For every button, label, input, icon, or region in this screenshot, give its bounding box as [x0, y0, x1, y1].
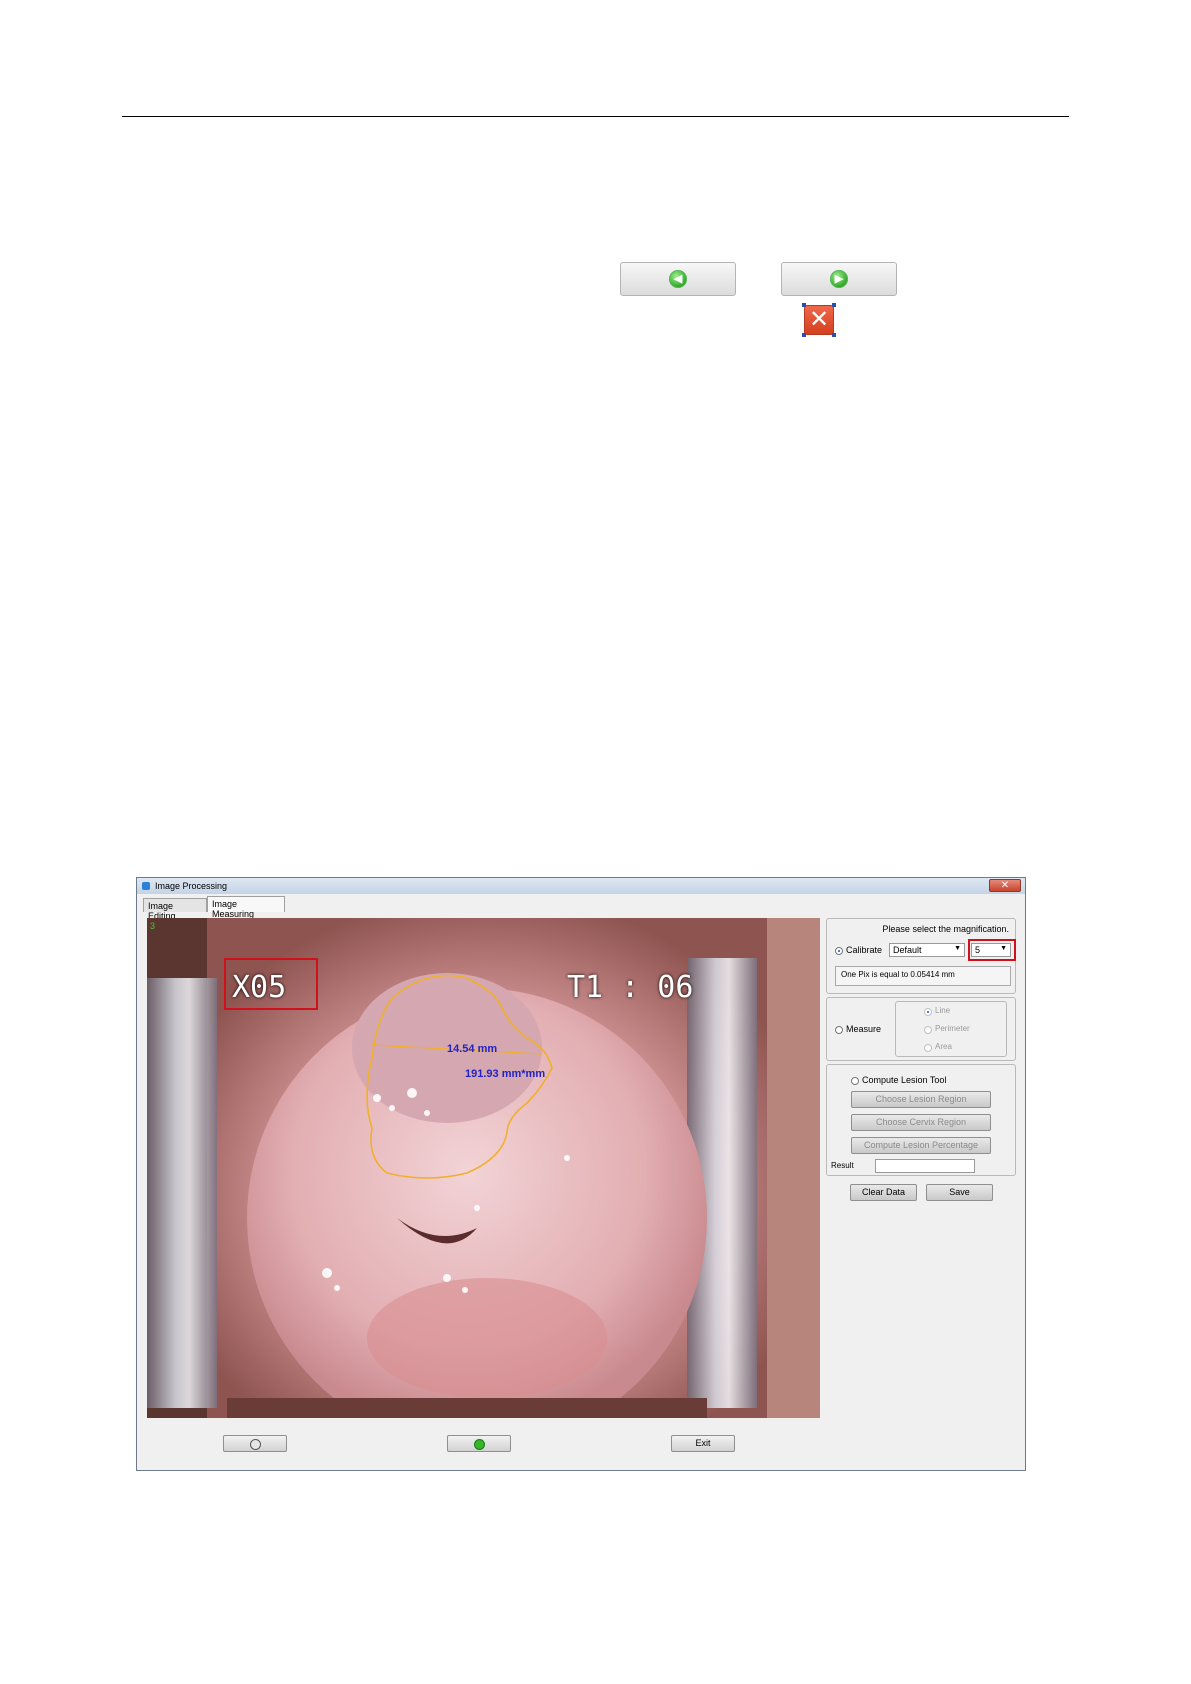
area-label: Area — [935, 1042, 952, 1051]
lesion-tool-label: Compute Lesion Tool — [862, 1075, 947, 1085]
line-measurement: 14.54 mm — [447, 1043, 498, 1055]
green-dot-icon — [474, 1438, 485, 1450]
area-radio[interactable] — [924, 1044, 932, 1052]
measure-label: Measure — [846, 1024, 882, 1034]
magnification-highlight — [224, 958, 318, 1010]
image-processing-window: Image Processing ✕ Image Editing Image M… — [136, 877, 1026, 1471]
app-icon — [142, 882, 150, 890]
colposcopy-image[interactable]: 3 X05 T1 : 06 14.54 mm 191.93 mm*mm — [147, 918, 820, 1418]
compute-percentage-button[interactable]: Compute Lesion Percentage — [851, 1137, 991, 1154]
close-icon[interactable]: ✕ — [802, 303, 836, 337]
exit-label: Exit — [695, 1438, 711, 1448]
measure-radio[interactable] — [835, 1026, 843, 1034]
lesion-tool-radio[interactable] — [851, 1077, 859, 1085]
header-rule — [122, 116, 1069, 117]
pixel-info-box: One Pix is equal to 0.05414 mm — [835, 966, 1011, 986]
preset-value: Default — [893, 945, 922, 955]
perimeter-label: Perimeter — [935, 1024, 970, 1033]
exit-button[interactable]: Exit — [671, 1435, 735, 1452]
line-radio[interactable] — [924, 1008, 932, 1016]
save-button[interactable]: Save — [926, 1184, 993, 1201]
measure-group: Measure Line Perimeter Area — [826, 997, 1016, 1061]
measure-options: Line Perimeter Area — [895, 1001, 1007, 1057]
area-measurement: 191.93 mm*mm — [465, 1068, 546, 1080]
forward-button[interactable]: ▶ — [781, 262, 897, 296]
frame-number: 3 — [150, 921, 156, 931]
dropdown-arrow-icon: ▼ — [954, 945, 961, 952]
next-image-button[interactable] — [447, 1435, 511, 1452]
result-label: Result — [831, 1161, 854, 1170]
arrow-right-icon: ▶ — [830, 270, 848, 288]
tab-image-measuring[interactable]: Image Measuring — [207, 896, 285, 919]
result-field[interactable] — [875, 1159, 975, 1173]
compute-percentage-label: Compute Lesion Percentage — [863, 1140, 979, 1150]
window-title: Image Processing — [155, 881, 228, 891]
magnification-select-highlight — [968, 939, 1016, 961]
calibrate-radio[interactable] — [835, 947, 843, 955]
perimeter-radio[interactable] — [924, 1026, 932, 1034]
calibrate-group: Please select the magnification. Calibra… — [826, 918, 1016, 994]
save-label: Save — [949, 1187, 970, 1197]
tab-label: Image Measuring — [212, 899, 255, 919]
circle-icon — [250, 1438, 261, 1450]
tab-image-editing[interactable]: Image Editing — [143, 898, 207, 921]
arrow-left-icon: ◀ — [669, 270, 687, 288]
choose-lesion-button[interactable]: Choose Lesion Region — [851, 1091, 991, 1108]
clear-data-label: Clear Data — [861, 1187, 906, 1197]
choose-lesion-label: Choose Lesion Region — [875, 1094, 967, 1104]
line-label: Line — [935, 1006, 951, 1015]
calibrate-label: Calibrate — [846, 945, 883, 955]
pixel-info: One Pix is equal to 0.05414 mm — [841, 970, 955, 979]
back-button[interactable]: ◀ — [620, 262, 736, 296]
window-close-button[interactable]: ✕ — [989, 879, 1021, 892]
choose-cervix-label: Choose Cervix Region — [875, 1117, 967, 1127]
preset-select[interactable]: Default ▼ — [889, 943, 965, 957]
window-titlebar: Image Processing ✕ — [137, 878, 1025, 894]
clear-data-button[interactable]: Clear Data — [850, 1184, 917, 1201]
choose-cervix-button[interactable]: Choose Cervix Region — [851, 1114, 991, 1131]
magnification-prompt: Please select the magnification. — [882, 924, 1009, 934]
previous-image-button[interactable] — [223, 1435, 287, 1452]
lesion-tool-group: Compute Lesion Tool Choose Lesion Region… — [826, 1064, 1016, 1176]
time-overlay: T1 : 06 — [567, 970, 694, 1005]
